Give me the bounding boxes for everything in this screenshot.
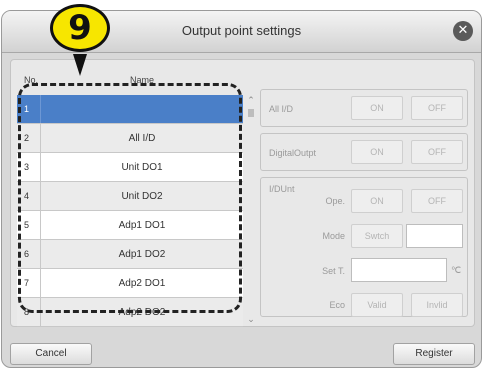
all-id-label: All I/D [269, 104, 294, 114]
row-number: 1 [17, 95, 41, 123]
all-id-on-button[interactable]: ON [351, 96, 403, 120]
row-number: 6 [17, 240, 41, 268]
list-item[interactable]: 2 All I/D [17, 124, 243, 153]
row-number: 2 [17, 124, 41, 152]
ope-off-button[interactable]: OFF [411, 189, 463, 213]
list-scrollbar[interactable]: ⌃ ⌄ [245, 95, 257, 327]
list-item[interactable]: 7 Adp2 DO1 [17, 269, 243, 298]
cancel-button[interactable]: Cancel [10, 343, 92, 365]
list-item[interactable]: 3 Unit DO1 [17, 153, 243, 182]
row-name: Adp2 DO1 [118, 278, 166, 289]
row-number: 7 [17, 269, 41, 297]
all-id-off-button[interactable]: OFF [411, 96, 463, 120]
row-number: 4 [17, 182, 41, 210]
row-name [41, 95, 243, 123]
list-item[interactable]: 5 Adp1 DO1 [17, 211, 243, 240]
ope-label: Ope. [325, 196, 345, 206]
set-temperature-field[interactable] [351, 258, 447, 282]
row-name: Adp2 DO2 [118, 307, 166, 318]
eco-valid-button[interactable]: Valid [351, 293, 403, 317]
list-item[interactable]: 6 Adp1 DO2 [17, 240, 243, 269]
ope-on-button[interactable]: ON [351, 189, 403, 213]
list-item[interactable]: 1 [17, 95, 243, 124]
mode-label: Mode [322, 231, 345, 241]
mode-switch-button[interactable]: Swtch [351, 224, 403, 248]
digital-output-group: DigitalOutpt ON OFF [260, 133, 468, 171]
scroll-up-icon[interactable]: ⌃ [245, 95, 257, 106]
close-icon[interactable]: ✕ [453, 21, 473, 41]
row-name: Unit DO1 [121, 162, 163, 173]
row-name: Adp1 DO1 [118, 220, 166, 231]
set-temperature-label: Set T. [322, 266, 345, 276]
list-item[interactable]: 8 Adp2 DO2 [17, 298, 243, 327]
indoor-unit-label: I/DUnt [269, 184, 295, 194]
digital-output-label: DigitalOutpt [269, 148, 317, 158]
row-number: 5 [17, 211, 41, 239]
row-number: 8 [17, 298, 41, 326]
column-header-no: No. [24, 75, 39, 85]
eco-invalid-button[interactable]: Invlid [411, 293, 463, 317]
temperature-unit-label: ℃ [451, 265, 462, 275]
scroll-thumb[interactable] [248, 109, 254, 117]
row-name: All I/D [128, 133, 156, 144]
scroll-down-icon[interactable]: ⌄ [245, 314, 257, 325]
row-number: 3 [17, 153, 41, 181]
list-item[interactable]: 4 Unit DO2 [17, 182, 243, 211]
callout-arrow-icon [73, 54, 87, 76]
column-header-name: Name [130, 75, 155, 85]
all-id-group: All I/D ON OFF [260, 89, 468, 127]
row-name: Adp1 DO2 [118, 249, 166, 260]
callout-badge: 9 [50, 4, 110, 52]
indoor-unit-group: I/DUnt Ope. ON OFF Mode Swtch Set T. ℃ E… [260, 177, 468, 317]
output-point-list: 1 2 All I/D 3 Unit DO1 4 Unit DO2 5 Adp1… [17, 95, 243, 327]
mode-value-field[interactable] [406, 224, 463, 248]
register-button[interactable]: Register [393, 343, 475, 365]
digital-output-off-button[interactable]: OFF [411, 140, 463, 164]
eco-label: Eco [329, 300, 345, 310]
row-name: Unit DO2 [121, 191, 163, 202]
digital-output-on-button[interactable]: ON [351, 140, 403, 164]
